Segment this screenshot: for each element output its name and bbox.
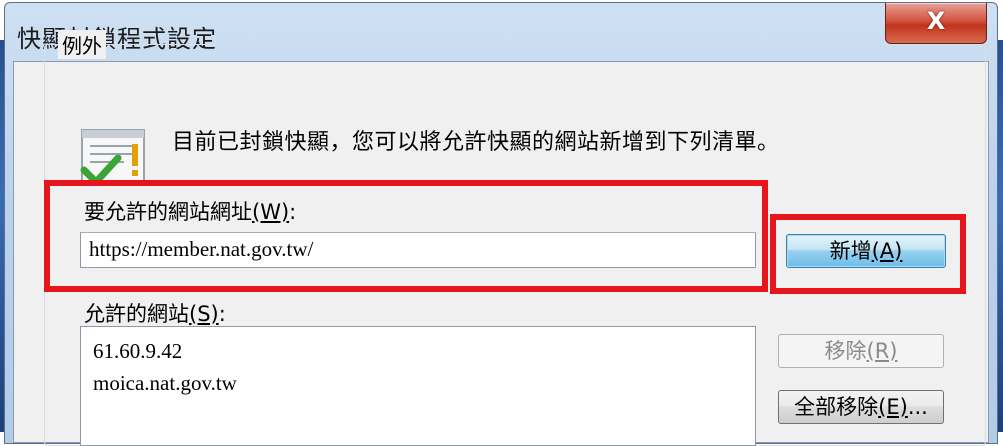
exceptions-group-label: 例外	[58, 30, 106, 59]
address-highlight-box	[44, 180, 768, 292]
remove-button-hotkey: (R)	[866, 339, 898, 363]
allowed-sites-label-text: 允許的網站	[84, 302, 189, 326]
allowed-sites-label-hotkey: (S)	[189, 302, 219, 326]
notepad-check-icon	[80, 129, 145, 184]
add-button-highlight-box	[770, 214, 966, 294]
close-icon: X	[926, 7, 946, 35]
allowed-sites-label: 允許的網站(S):	[84, 298, 226, 328]
remove-all-button[interactable]: 全部移除(E)...	[778, 390, 944, 424]
allowed-sites-list[interactable]: 61.60.9.42 moica.nat.gov.tw	[80, 326, 756, 446]
remove-button[interactable]: 移除(R)	[778, 334, 944, 368]
remove-button-label: 移除	[824, 339, 867, 363]
list-item[interactable]: moica.nat.gov.tw	[93, 367, 743, 399]
list-item[interactable]: 61.60.9.42	[93, 335, 743, 367]
remove-all-button-ellipsis: ...	[907, 395, 928, 419]
allowed-sites-label-suffix: :	[218, 302, 226, 326]
remove-all-button-hotkey: (E)	[878, 395, 908, 419]
remove-all-button-label: 全部移除	[794, 395, 879, 419]
info-message: 目前已封鎖快顯，您可以將允許快顯的網站新增到下列清單。	[172, 130, 780, 155]
close-button[interactable]: X	[885, 3, 987, 44]
